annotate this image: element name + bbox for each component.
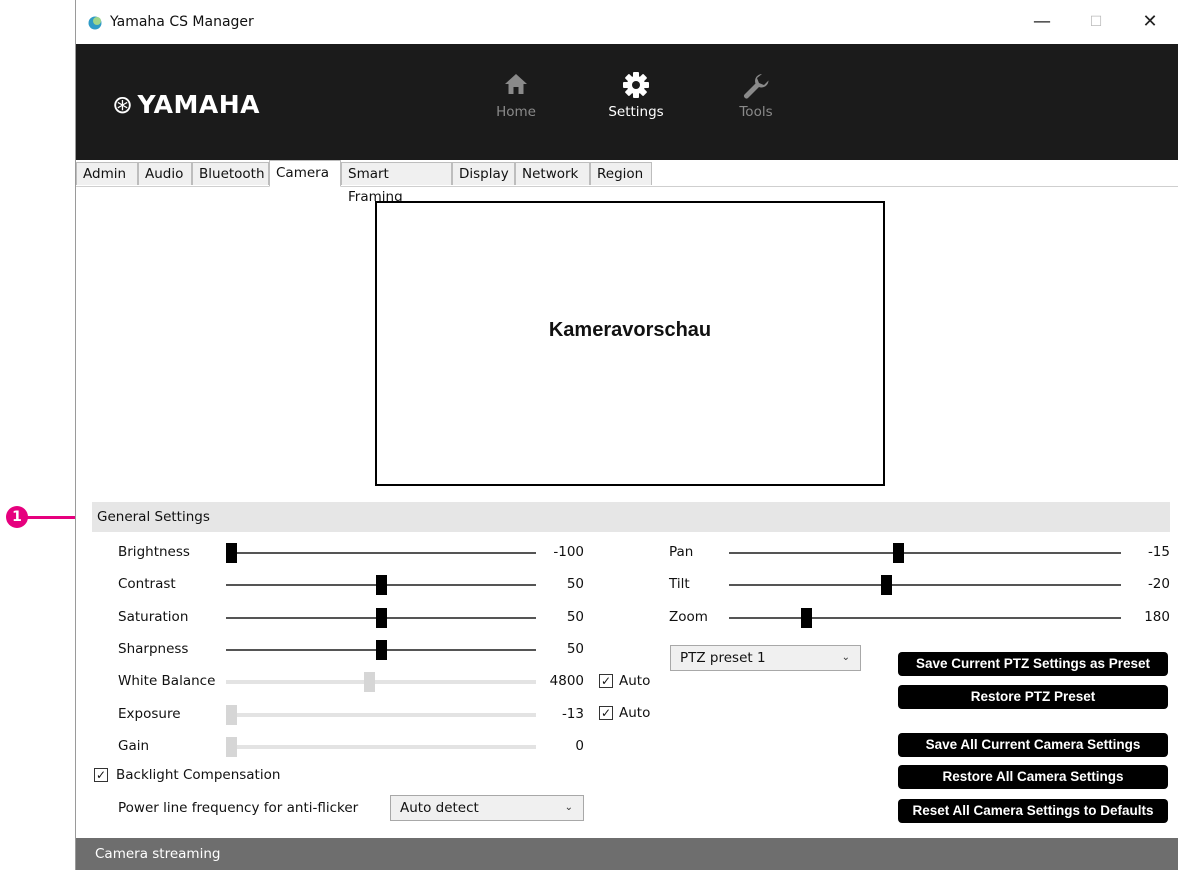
tilt-slider-thumb[interactable] [881, 575, 892, 596]
gain-slider-thumb [226, 736, 237, 757]
nav-home[interactable]: Home [476, 72, 556, 138]
window-title: Yamaha CS Manager [110, 14, 254, 30]
yamaha-tuning-fork-icon: ⊛ [112, 90, 134, 119]
ptz-preset-value: PTZ preset 1 [680, 650, 766, 666]
nav-tools-label: Tools [739, 104, 773, 120]
brightness-slider-track[interactable] [226, 552, 536, 554]
backlight-compensation-label: Backlight Compensation [116, 767, 281, 783]
white-balance-slider-thumb [364, 672, 375, 693]
home-icon [505, 74, 527, 94]
exposure-slider-track [226, 712, 536, 717]
tilt-value: -20 [1147, 576, 1170, 593]
brightness-slider-thumb[interactable] [226, 543, 237, 563]
backlight-compensation-checkbox[interactable]: ✓ [94, 768, 108, 782]
zoom-slider-thumb[interactable] [801, 607, 812, 628]
white-balance-auto-checkbox[interactable]: ✓ [599, 674, 613, 688]
camera-preview-label: Kameravorschau [548, 319, 712, 341]
maximize-button[interactable]: ☐ [1084, 10, 1108, 34]
camera-preview: Kameravorschau [375, 201, 885, 486]
tab-audio[interactable]: Audio [138, 162, 192, 185]
close-button[interactable]: ✕ [1138, 10, 1162, 34]
saturation-label: Saturation [118, 608, 189, 625]
nav-settings-label: Settings [608, 104, 664, 120]
tilt-label: Tilt [669, 576, 690, 593]
sharpness-label: Sharpness [118, 640, 189, 657]
gain-slider-track [226, 744, 536, 749]
pan-value: -15 [1147, 544, 1170, 560]
tab-admin[interactable]: Admin [76, 162, 138, 185]
app-window: Yamaha CS Manager — ☐ ✕ ⊛ YAMAHA Home Se… [75, 0, 1178, 870]
tab-bluetooth[interactable]: Bluetooth [192, 162, 269, 185]
pan-label: Pan [669, 544, 694, 560]
saturation-value: 50 [566, 608, 584, 625]
exposure-slider-thumb [226, 704, 237, 725]
gain-value: 0 [575, 737, 584, 754]
brightness-value: -100 [553, 544, 584, 560]
chevron-down-icon: ⌄ [564, 802, 573, 813]
white-balance-slider-track [226, 680, 536, 685]
saturation-slider-thumb[interactable] [376, 607, 387, 628]
power-line-frequency-dropdown[interactable]: Auto detect ⌄ [390, 795, 584, 821]
tilt-slider-track[interactable] [729, 584, 1121, 587]
save-all-camera-settings-button[interactable]: Save All Current Camera Settings [898, 733, 1168, 757]
white-balance-value: 4800 [549, 673, 584, 690]
yamaha-logo: ⊛ YAMAHA [112, 90, 260, 119]
chevron-down-icon: ⌄ [841, 652, 850, 663]
logo-text: YAMAHA [137, 90, 261, 119]
pan-slider-track[interactable] [729, 552, 1121, 554]
contrast-slider-thumb[interactable] [376, 575, 387, 596]
white-balance-label: White Balance [118, 673, 216, 690]
exposure-auto-checkbox[interactable]: ✓ [599, 706, 613, 720]
app-logo-icon [88, 16, 102, 30]
save-ptz-preset-button[interactable]: Save Current PTZ Settings as Preset [898, 652, 1168, 676]
app-header: ⊛ YAMAHA Home Settings Tools [76, 44, 1178, 160]
power-line-frequency-label: Power line frequency for anti-flicker [118, 800, 359, 816]
tab-smart-framing[interactable]: Smart Framing [341, 162, 452, 205]
tab-region[interactable]: Region [590, 162, 652, 185]
power-line-frequency-value: Auto detect [400, 800, 479, 816]
white-balance-auto-label: Auto [619, 673, 651, 689]
nav-home-label: Home [496, 104, 536, 120]
ptz-preset-dropdown[interactable]: PTZ preset 1 ⌄ [670, 645, 861, 671]
zoom-slider-track[interactable] [729, 616, 1121, 619]
exposure-label: Exposure [118, 705, 181, 722]
tab-network[interactable]: Network [515, 162, 590, 185]
gain-label: Gain [118, 737, 150, 754]
zoom-value: 180 [1144, 608, 1170, 625]
tab-camera[interactable]: Camera [269, 160, 341, 187]
general-settings-header: General Settings [92, 502, 1170, 532]
title-bar: Yamaha CS Manager — ☐ ✕ [76, 0, 1178, 44]
brightness-label: Brightness [118, 544, 190, 560]
exposure-value: -13 [561, 705, 584, 722]
pan-slider-thumb[interactable] [893, 543, 904, 563]
minimize-button[interactable]: — [1030, 10, 1054, 34]
annotation-marker-1: 1 [6, 506, 28, 528]
wrench-icon [744, 74, 769, 99]
reset-camera-settings-button[interactable]: Reset All Camera Settings to Defaults [898, 799, 1168, 823]
nav-tools[interactable]: Tools [716, 72, 796, 138]
contrast-label: Contrast [118, 576, 176, 593]
sharpness-slider-thumb[interactable] [376, 639, 387, 660]
restore-ptz-preset-button[interactable]: Restore PTZ Preset [898, 685, 1168, 709]
settings-tab-bar: Admin Audio Bluetooth Camera Smart Frami… [76, 160, 1178, 205]
tab-display[interactable]: Display [452, 162, 515, 185]
exposure-auto-label: Auto [619, 705, 651, 721]
nav-settings[interactable]: Settings [596, 72, 676, 138]
sharpness-value: 50 [566, 640, 584, 657]
restore-all-camera-settings-button[interactable]: Restore All Camera Settings [898, 765, 1168, 789]
contrast-value: 50 [566, 576, 584, 593]
zoom-label: Zoom [669, 608, 708, 625]
gear-icon [623, 72, 649, 98]
camera-streaming-section[interactable]: Camera streaming [76, 838, 1178, 870]
